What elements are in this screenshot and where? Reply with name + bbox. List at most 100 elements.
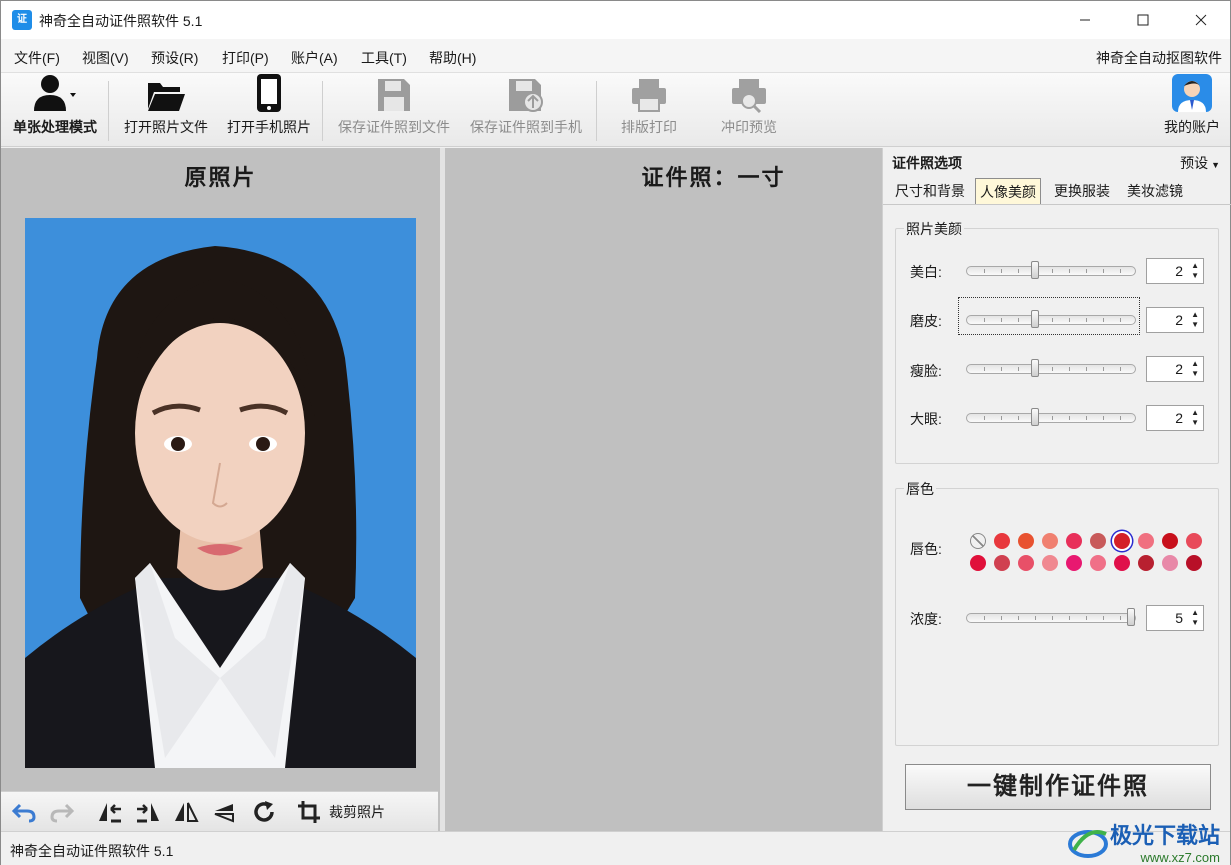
slider-tick xyxy=(1120,367,1121,371)
maximize-icon xyxy=(1137,14,1149,26)
cutout-software-link[interactable]: 神奇全自动抠图软件 xyxy=(1096,48,1222,68)
rotate-right-button[interactable] xyxy=(133,798,163,826)
slim-face-spinbox[interactable]: 2 ▲ ▼ xyxy=(1146,356,1204,382)
close-button[interactable] xyxy=(1172,1,1230,39)
smooth-skin-spinbox[interactable]: 2 ▲ ▼ xyxy=(1146,307,1204,333)
lip-color-swatch[interactable] xyxy=(1018,533,1034,549)
whiten-slider[interactable] xyxy=(966,261,1136,279)
flip-horizontal-button[interactable] xyxy=(171,798,201,826)
slider-tick xyxy=(1069,367,1070,371)
lip-color-swatch[interactable] xyxy=(1042,533,1058,549)
menu-bar: 文件(F) 视图(V) 预设(R) 打印(P) 账户(A) 工具(T) 帮助(H… xyxy=(1,39,1230,73)
single-mode-button[interactable]: 单张处理模式 xyxy=(7,73,103,147)
lip-color-swatch[interactable] xyxy=(1090,533,1106,549)
open-photo-file-label: 打开照片文件 xyxy=(124,119,208,135)
lip-color-swatch[interactable] xyxy=(1186,533,1202,549)
flip-vertical-button[interactable] xyxy=(209,798,239,826)
smooth-skin-slider[interactable] xyxy=(966,310,1136,328)
slider-tick xyxy=(1120,416,1121,420)
toolbar: 单张处理模式 打开照片文件 打开手机照片 保存证件照到文件 保存证件照到手机 排… xyxy=(1,73,1230,147)
big-eyes-slider[interactable] xyxy=(966,408,1136,426)
slider-knob[interactable] xyxy=(1031,310,1039,328)
whiten-spinbox[interactable]: 2 ▲ ▼ xyxy=(1146,258,1204,284)
original-photo-title: 原照片 xyxy=(184,165,257,190)
slider-tick xyxy=(984,318,985,322)
menu-view[interactable]: 视图(V) xyxy=(82,48,129,68)
menu-help[interactable]: 帮助(H) xyxy=(429,48,476,68)
lip-color-swatch[interactable] xyxy=(1186,555,1202,571)
site-url: www.xz7.com xyxy=(1140,850,1220,865)
lip-color-swatch[interactable] xyxy=(994,555,1010,571)
undo-icon xyxy=(11,803,36,823)
make-id-photo-button[interactable]: 一键制作证件照 xyxy=(905,764,1211,810)
single-mode-label: 单张处理模式 xyxy=(13,119,97,135)
tab-makeup-filter[interactable]: 美妆滤镜 xyxy=(1123,178,1187,204)
layout-print-button[interactable]: 排版打印 xyxy=(611,73,687,147)
rotate-left-button[interactable] xyxy=(95,798,125,826)
crop-photo-button[interactable]: 裁剪照片 xyxy=(297,798,393,826)
intensity-spinbox[interactable]: 5 ▲ ▼ xyxy=(1146,605,1204,631)
menu-account[interactable]: 账户(A) xyxy=(291,48,338,68)
open-photo-file-button[interactable]: 打开照片文件 xyxy=(117,73,215,147)
preset-dropdown[interactable]: 预设 ▼ xyxy=(1180,153,1220,173)
site-watermark: 极光下载站 www.xz7.com xyxy=(1066,818,1220,865)
undo-button[interactable] xyxy=(9,798,39,826)
lip-color-swatch[interactable] xyxy=(1138,555,1154,571)
menu-tools[interactable]: 工具(T) xyxy=(361,48,407,68)
save-to-phone-label: 保存证件照到手机 xyxy=(470,119,582,135)
slider-tick xyxy=(1103,367,1104,371)
original-photo[interactable] xyxy=(25,218,416,768)
lip-color-swatch[interactable] xyxy=(970,555,986,571)
intensity-slider[interactable] xyxy=(966,608,1136,626)
lip-color-swatch[interactable] xyxy=(1114,555,1130,571)
slider-knob[interactable] xyxy=(1031,359,1039,377)
lip-color-swatch[interactable] xyxy=(1114,533,1130,549)
slider-knob[interactable] xyxy=(1031,261,1039,279)
whiten-value: 2 xyxy=(1175,263,1183,279)
slim-face-slider[interactable] xyxy=(966,359,1136,377)
menu-print[interactable]: 打印(P) xyxy=(222,48,269,68)
redo-icon xyxy=(50,803,75,823)
minimize-button[interactable] xyxy=(1056,1,1114,39)
slider-knob[interactable] xyxy=(1031,408,1039,426)
menu-file[interactable]: 文件(F) xyxy=(14,48,60,68)
lip-color-swatch[interactable] xyxy=(994,533,1010,549)
lip-color-swatch[interactable] xyxy=(1066,533,1082,549)
tab-divider xyxy=(883,204,1231,205)
maximize-button[interactable] xyxy=(1114,1,1172,39)
intensity-value: 5 xyxy=(1175,610,1183,626)
lip-color-swatch[interactable] xyxy=(1162,533,1178,549)
no-color-icon[interactable] xyxy=(970,533,986,549)
flip-vertical-icon xyxy=(214,804,234,823)
window-title: 神奇全自动证件照软件 5.1 xyxy=(39,13,203,29)
lip-color-swatch[interactable] xyxy=(1018,555,1034,571)
lip-color-swatch[interactable] xyxy=(1042,555,1058,571)
big-eyes-spinbox[interactable]: 2 ▲ ▼ xyxy=(1146,405,1204,431)
rotate-right-icon xyxy=(137,803,159,823)
lip-color-swatch[interactable] xyxy=(1066,555,1082,571)
save-to-file-button[interactable]: 保存证件照到文件 xyxy=(331,73,457,147)
lip-color-swatch[interactable] xyxy=(1138,533,1154,549)
redo-button[interactable] xyxy=(47,798,77,826)
slider-tick xyxy=(1103,416,1104,420)
tab-change-clothes[interactable]: 更换服装 xyxy=(1050,178,1114,204)
open-phone-photo-button[interactable]: 打开手机照片 xyxy=(221,73,317,147)
slider-tick xyxy=(1052,367,1053,371)
lip-color-swatch[interactable] xyxy=(1090,555,1106,571)
print-preview-button[interactable]: 冲印预览 xyxy=(713,73,785,147)
preset-label: 预设 xyxy=(1180,155,1209,171)
site-name: 极光下载站 xyxy=(1109,823,1220,848)
slim-face-value: 2 xyxy=(1175,361,1183,377)
menu-preset[interactable]: 预设(R) xyxy=(151,48,198,68)
tab-portrait-beauty[interactable]: 人像美颜 xyxy=(975,178,1041,204)
lip-color-swatch[interactable] xyxy=(1162,555,1178,571)
slider-knob[interactable] xyxy=(1127,608,1135,626)
person-icon xyxy=(34,75,76,111)
tab-size-background[interactable]: 尺寸和背景 xyxy=(891,178,969,204)
rotate-button[interactable] xyxy=(249,798,279,826)
lip-color-group: 唇色 唇色: 浓度: 5 ▲ ▼ xyxy=(895,479,1219,746)
save-to-phone-button[interactable]: 保存证件照到手机 xyxy=(462,73,590,147)
slider-tick xyxy=(1035,616,1036,620)
my-account-button[interactable]: 我的账户 xyxy=(1159,73,1225,147)
options-title: 证件照选项 xyxy=(892,155,962,171)
